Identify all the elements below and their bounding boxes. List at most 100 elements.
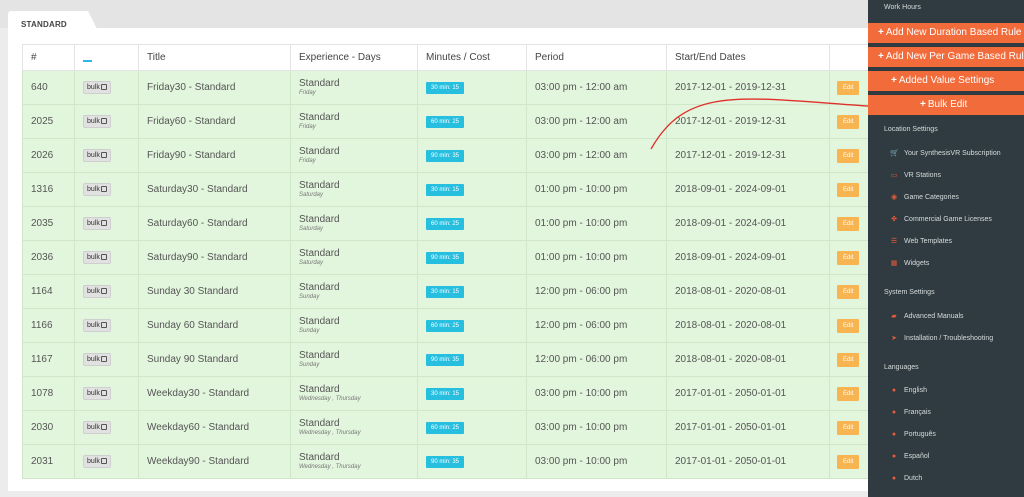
rule-id: 1164 — [22, 274, 75, 309]
bulk-cell: bulk — [74, 342, 139, 377]
language-english[interactable]: ● English — [890, 387, 927, 394]
menu-item-commercial-licenses[interactable]: ✤ Commercial Game Licenses — [890, 215, 992, 223]
cost-cell: 30 min: 15 — [417, 70, 527, 105]
rule-title: Weekday30 - Standard — [138, 376, 291, 411]
bulk-select-label: bulk — [87, 458, 100, 465]
bulk-select-label: bulk — [87, 84, 100, 91]
cost-cell: 30 min: 15 — [417, 274, 527, 309]
edit-button[interactable]: Edit — [837, 454, 860, 469]
edit-button[interactable]: Edit — [837, 386, 860, 401]
language-francais[interactable]: ● Français — [890, 409, 931, 416]
table-row[interactable]: 2030 bulk Weekday60 - Standard Standard Wedn… — [22, 410, 873, 445]
bulk-select-button[interactable]: bulk — [83, 353, 111, 366]
bulk-select-button[interactable]: bulk — [83, 387, 111, 400]
rule-dates: 2017-12-01 - 2019-12-31 — [666, 138, 830, 173]
table-row[interactable]: 2036 bulk Saturday90 - Standard Standard Sat… — [22, 240, 873, 275]
edit-button[interactable]: Edit — [837, 250, 860, 265]
header-period[interactable]: Period — [526, 44, 667, 71]
edit-button[interactable]: Edit — [837, 284, 860, 299]
bulk-cell: bulk — [74, 444, 139, 479]
edit-button[interactable]: Edit — [837, 148, 860, 163]
header-minutes-cost[interactable]: Minutes / Cost — [417, 44, 527, 71]
table-row[interactable]: 2026 bulk Friday90 - Standard Standard Frida… — [22, 138, 873, 173]
edit-button[interactable]: Edit — [837, 216, 860, 231]
rules-panel: # Title Experience - Days Minutes / Cost… — [8, 28, 876, 491]
bulk-select-button[interactable]: bulk — [83, 217, 111, 230]
rule-title: Saturday60 - Standard — [138, 206, 291, 241]
menu-item-game-categories[interactable]: ◉ Game Categories — [890, 193, 959, 201]
bulk-select-button[interactable]: bulk — [83, 319, 111, 332]
edit-button[interactable]: Edit — [837, 352, 860, 367]
cost-cell: 30 min: 15 — [417, 376, 527, 411]
added-value-settings-button[interactable]: + Added Value Settings — [868, 71, 1024, 91]
menu-item-installation[interactable]: ➤ Installation / Troubleshooting — [890, 334, 993, 342]
table-row[interactable]: 1316 bulk Saturday30 - Standard Standard Sat… — [22, 172, 873, 207]
table-row[interactable]: 1167 bulk Sunday 90 Standard Standard Sunday… — [22, 342, 873, 377]
bulk-select-label: bulk — [87, 152, 100, 159]
language-dutch[interactable]: ● Dutch — [890, 475, 922, 482]
bulk-select-button[interactable]: bulk — [83, 183, 111, 196]
table-row[interactable]: 640 bulk Friday30 - Standard Standard Friday… — [22, 70, 873, 105]
rule-period: 12:00 pm - 06:00 pm — [526, 308, 667, 343]
bulk-select-button[interactable]: bulk — [83, 251, 111, 264]
languages-heading: Languages — [884, 364, 919, 371]
edit-button[interactable]: Edit — [837, 182, 860, 197]
menu-item-advanced-manuals-label: Advanced Manuals — [904, 313, 964, 320]
table-row[interactable]: 1166 bulk Sunday 60 Standard Standard Sunday… — [22, 308, 873, 343]
cost-badge: 30 min: 15 — [426, 388, 465, 400]
checkbox-icon — [100, 254, 107, 260]
edit-button[interactable]: Edit — [837, 420, 860, 435]
header-title[interactable]: Title — [138, 44, 291, 71]
menu-item-web-templates[interactable]: ☰ Web Templates — [890, 237, 952, 245]
add-duration-rule-label: Add New Duration Based Rule — [885, 27, 1022, 38]
bulk-cell: bulk — [74, 240, 139, 275]
add-duration-rule-button[interactable]: + Add New Duration Based Rule — [868, 23, 1024, 43]
language-espanol-label: Español — [904, 453, 930, 460]
select-all-marker[interactable] — [83, 60, 92, 62]
bulk-select-button[interactable]: bulk — [83, 115, 111, 128]
table-row[interactable]: 2035 bulk Saturday60 - Standard Standard Sat… — [22, 206, 873, 241]
table-row[interactable]: 1164 bulk Sunday 30 Standard Standard Sunday… — [22, 274, 873, 309]
rule-title: Friday30 - Standard — [138, 70, 291, 105]
menu-item-vr-stations[interactable]: ▭ VR Stations — [890, 171, 941, 179]
header-id[interactable]: # — [22, 44, 75, 71]
bulk-select-label: bulk — [87, 390, 100, 397]
actions-cell: Edit — [829, 172, 873, 207]
rule-title: Saturday30 - Standard — [138, 172, 291, 207]
table-row[interactable]: 1078 bulk Weekday30 - Standard Standard Wedn… — [22, 376, 873, 411]
experience-name: Standard — [299, 384, 340, 395]
menu-item-subscription-label: Your SynthesisVR Subscription — [904, 150, 1001, 157]
globe-icon: ● — [891, 431, 897, 438]
header-select[interactable] — [74, 44, 139, 71]
language-portugues-label: Português — [904, 431, 936, 438]
table-row[interactable]: 2025 bulk Friday60 - Standard Standard Frida… — [22, 104, 873, 139]
experience-cell: Standard Sunday — [290, 308, 418, 343]
language-espanol[interactable]: ● Español — [890, 453, 929, 460]
bulk-select-button[interactable]: bulk — [83, 149, 111, 162]
bulk-select-label: bulk — [87, 186, 100, 193]
header-experience[interactable]: Experience - Days — [290, 44, 418, 71]
menu-item-widgets[interactable]: ▦ Widgets — [890, 259, 930, 267]
experience-days: Friday — [299, 90, 316, 96]
menu-item-subscription[interactable]: 🛒 Your SynthesisVR Subscription — [890, 149, 1001, 157]
edit-button[interactable]: Edit — [837, 318, 860, 333]
menu-item-advanced-manuals[interactable]: ▰ Advanced Manuals — [890, 312, 964, 320]
checkbox-icon — [100, 424, 107, 430]
rule-id: 1078 — [22, 376, 75, 411]
language-portugues[interactable]: ● Português — [890, 431, 936, 438]
bulk-cell: bulk — [74, 410, 139, 445]
globe-icon: ● — [891, 475, 897, 482]
edit-button[interactable]: Edit — [837, 114, 860, 129]
add-per-game-rule-button[interactable]: + Add New Per Game Based Rule — [868, 47, 1024, 67]
gamepad-icon: ◉ — [890, 194, 898, 201]
bulk-select-button[interactable]: bulk — [83, 81, 111, 94]
edit-button[interactable]: Edit — [837, 80, 860, 95]
header-dates[interactable]: Start/End Dates — [666, 44, 830, 71]
bulk-edit-button[interactable]: + Bulk Edit — [868, 95, 1024, 115]
table-row[interactable]: 2031 bulk Weekday90 - Standard Standard Wedn… — [22, 444, 873, 479]
rule-id: 2031 — [22, 444, 75, 479]
bulk-select-button[interactable]: bulk — [83, 421, 111, 434]
cost-badge: 90 min: 35 — [426, 150, 465, 162]
bulk-select-button[interactable]: bulk — [83, 285, 111, 298]
bulk-select-button[interactable]: bulk — [83, 455, 111, 468]
